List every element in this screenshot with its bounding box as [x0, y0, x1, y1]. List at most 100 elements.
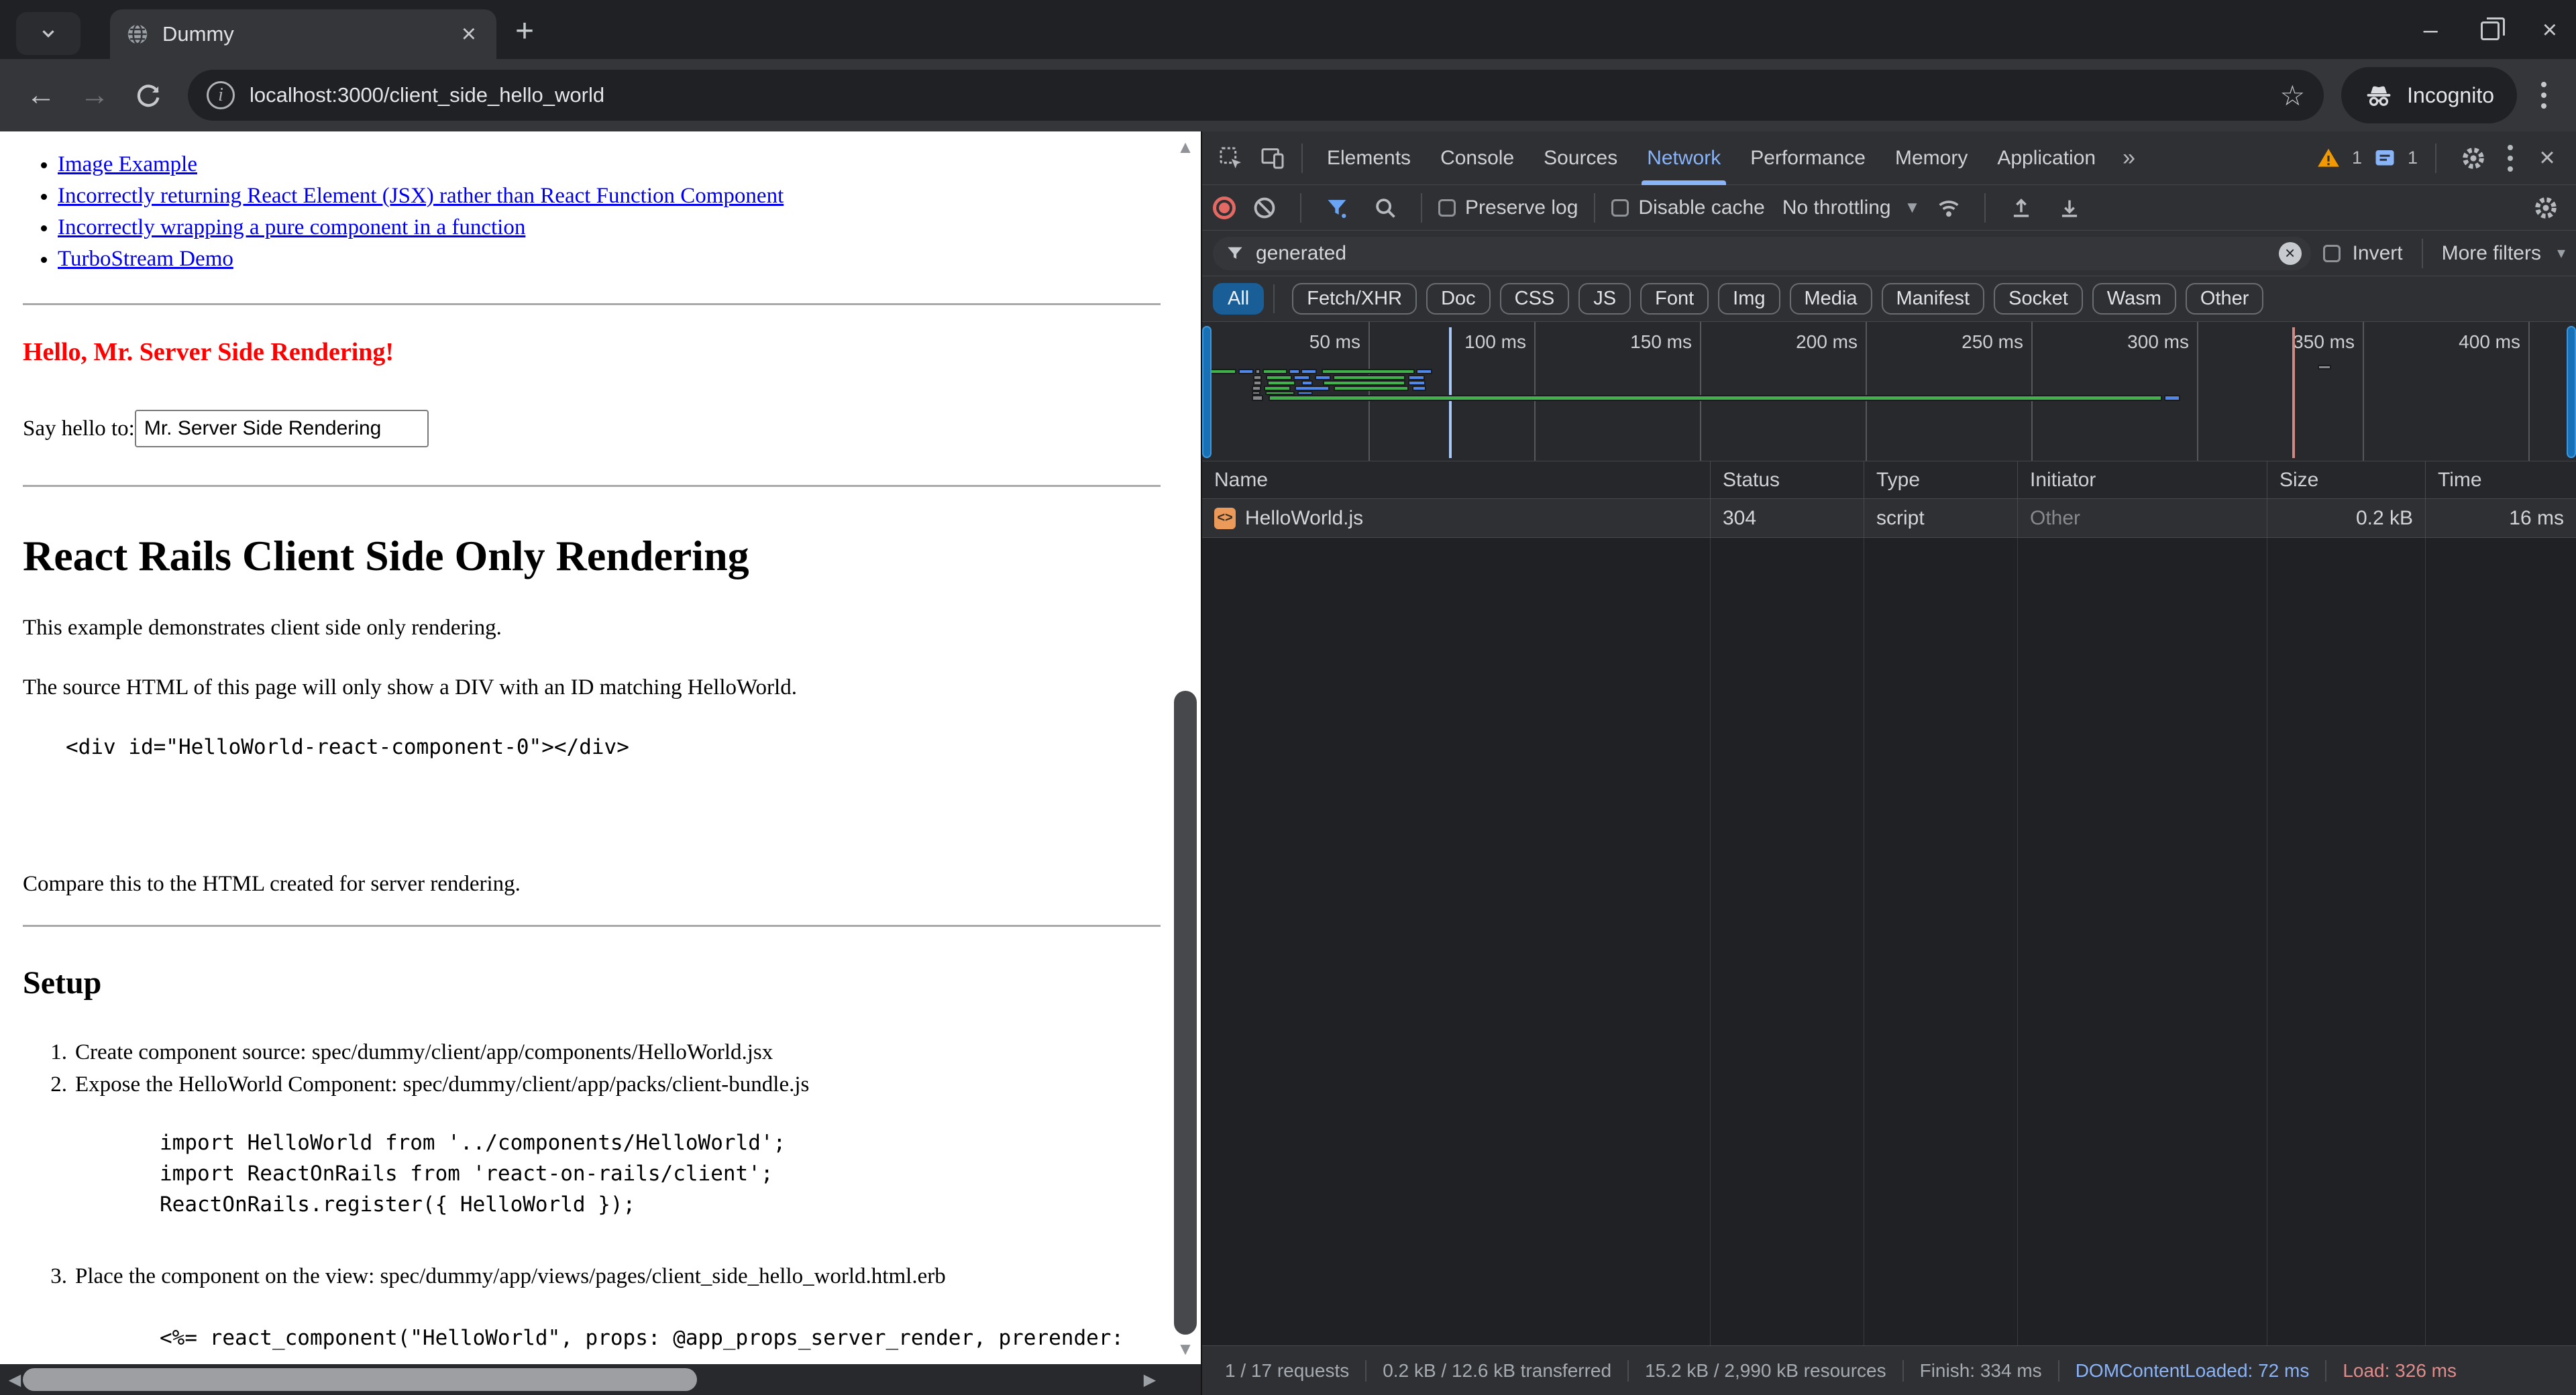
table-filler [1202, 538, 1711, 1345]
devtools-tab[interactable]: Console [1426, 131, 1529, 185]
clear-filter-button[interactable]: × [2279, 242, 2302, 265]
devtools-tab[interactable]: Memory [1880, 131, 1982, 185]
more-filters-button[interactable]: More filters [2442, 242, 2541, 265]
page-link[interactable]: Incorrectly wrapping a pure component in… [58, 215, 525, 239]
filter-chip[interactable]: Img [1718, 283, 1780, 315]
browser-tab[interactable]: Dummy × [110, 9, 496, 59]
devtools-settings-button[interactable] [2454, 139, 2493, 178]
request-initiator[interactable]: Other [2018, 499, 2267, 538]
request-status[interactable]: 304 [1711, 499, 1864, 538]
filter-chip[interactable]: CSS [1500, 283, 1570, 315]
network-overview[interactable]: 50 ms100 ms150 ms200 ms250 ms300 ms350 m… [1202, 322, 2576, 461]
horizontal-scroll-thumb[interactable] [23, 1368, 697, 1391]
divider [1421, 193, 1422, 223]
filter-chip[interactable]: Wasm [2092, 283, 2176, 315]
throttling-select[interactable]: No throttling [1782, 197, 1891, 219]
vertical-scroll-thumb[interactable] [1174, 691, 1197, 1335]
horizontal-scrollbar[interactable]: ◀ ▶ [0, 1364, 1201, 1395]
scroll-up-icon[interactable]: ▲ [1170, 131, 1201, 162]
browser-menu-button[interactable] [2541, 82, 2546, 109]
waterfall-bar [1252, 395, 1263, 401]
devtools-tab[interactable]: Network [1632, 131, 1735, 185]
forward-button[interactable]: → [71, 78, 118, 112]
page-link[interactable]: Image Example [58, 152, 197, 176]
summary-item: 15.2 kB / 2,990 kB resources [1627, 1360, 1902, 1382]
filter-toggle-button[interactable] [1318, 188, 1356, 227]
tab-search-button[interactable] [16, 12, 80, 55]
filter-chip[interactable]: Socket [1994, 283, 2083, 315]
request-time[interactable]: 16 ms [2426, 499, 2576, 538]
device-toolbar-button[interactable] [1253, 139, 1292, 178]
timeline-gridline [1534, 322, 1536, 461]
new-tab-button[interactable]: + [515, 13, 534, 50]
restore-button[interactable] [2481, 21, 2500, 40]
issues-icon[interactable] [2373, 146, 2397, 170]
inspect-element-button[interactable] [1212, 139, 1250, 178]
reload-button[interactable] [125, 81, 172, 109]
minimize-button[interactable]: – [2424, 16, 2438, 45]
scroll-right-icon[interactable]: ▶ [1135, 1370, 1165, 1390]
filter-chip[interactable]: JS [1578, 283, 1631, 315]
filter-input-value[interactable]: generated [1256, 242, 2268, 265]
tab-close-button[interactable]: × [456, 21, 482, 47]
funnel-icon [1225, 243, 1245, 264]
waterfall-bar [1412, 386, 1426, 391]
requests-table: Name Status Type Initiator Size Time <> … [1202, 461, 2576, 1345]
invert-checkbox[interactable] [2323, 245, 2341, 262]
filter-chip[interactable]: Fetch/XHR [1292, 283, 1417, 315]
devtools-tab[interactable]: Performance [1735, 131, 1880, 185]
overview-drag-handle[interactable] [2567, 326, 2576, 458]
network-settings-button[interactable] [2526, 188, 2565, 227]
overview-drag-handle[interactable] [1202, 326, 1212, 458]
page-link[interactable]: Incorrectly returning React Element (JSX… [58, 184, 784, 208]
request-type[interactable]: script [1864, 499, 2018, 538]
hello-name-input[interactable] [135, 410, 429, 447]
page-link[interactable]: TurboStream Demo [58, 247, 233, 271]
site-info-icon[interactable]: i [207, 81, 235, 109]
scroll-down-icon[interactable]: ▼ [1170, 1333, 1201, 1364]
record-network-log-icon[interactable] [1213, 197, 1236, 219]
column-header-status[interactable]: Status [1711, 461, 1864, 499]
address-bar[interactable]: i localhost:3000/client_side_hello_world… [188, 70, 2324, 121]
devtools-tab[interactable]: Elements [1312, 131, 1426, 185]
vertical-scrollbar[interactable]: ▲ ▼ [1170, 131, 1201, 1364]
window-close-button[interactable]: × [2542, 16, 2557, 45]
globe-favicon-icon [125, 21, 150, 47]
column-header-time[interactable]: Time [2426, 461, 2576, 499]
clear-network-log-button[interactable] [1245, 188, 1284, 227]
search-button[interactable] [1366, 188, 1405, 227]
disable-cache-label: Disable cache [1638, 197, 1764, 219]
request-size[interactable]: 0.2 kB [2267, 499, 2426, 538]
devtools-close-button[interactable]: × [2528, 139, 2567, 178]
devtools-tab[interactable]: Application [1982, 131, 2110, 185]
filter-chip[interactable]: Other [2186, 283, 2264, 315]
filter-chip[interactable]: All [1213, 283, 1264, 315]
waterfall-bar [1295, 386, 1330, 391]
back-button[interactable]: ← [17, 78, 64, 112]
devtools-tab[interactable]: Sources [1529, 131, 1632, 185]
filter-chip[interactable]: Font [1640, 283, 1709, 315]
bookmark-star-icon[interactable]: ☆ [2279, 79, 2305, 112]
devtools-menu-button[interactable] [2508, 145, 2513, 172]
preserve-log-checkbox[interactable] [1438, 199, 1456, 217]
tab-title: Dummy [162, 22, 444, 46]
disable-cache-checkbox[interactable] [1611, 199, 1629, 217]
filter-chip[interactable]: Media [1790, 283, 1872, 315]
import-har-button[interactable] [2002, 188, 2041, 227]
filter-chip[interactable]: Doc [1426, 283, 1491, 315]
column-header-name[interactable]: Name [1202, 461, 1711, 499]
column-header-type[interactable]: Type [1864, 461, 2018, 499]
filter-input[interactable]: generated × [1213, 237, 2311, 270]
divider [2422, 239, 2423, 268]
more-tabs-button[interactable]: » [2113, 145, 2145, 171]
filter-chip[interactable]: Manifest [1882, 283, 1985, 315]
network-conditions-button[interactable] [1929, 188, 1968, 227]
table-row[interactable]: <> HelloWorld.js [1202, 499, 1711, 538]
warning-icon[interactable] [2316, 146, 2341, 171]
incognito-badge: Incognito [2341, 67, 2517, 123]
column-header-size[interactable]: Size [2267, 461, 2426, 499]
chevron-down-icon: ▾ [2557, 243, 2565, 263]
export-har-button[interactable] [2050, 188, 2089, 227]
url-text[interactable]: localhost:3000/client_side_hello_world [250, 83, 2265, 107]
column-header-initiator[interactable]: Initiator [2018, 461, 2267, 499]
